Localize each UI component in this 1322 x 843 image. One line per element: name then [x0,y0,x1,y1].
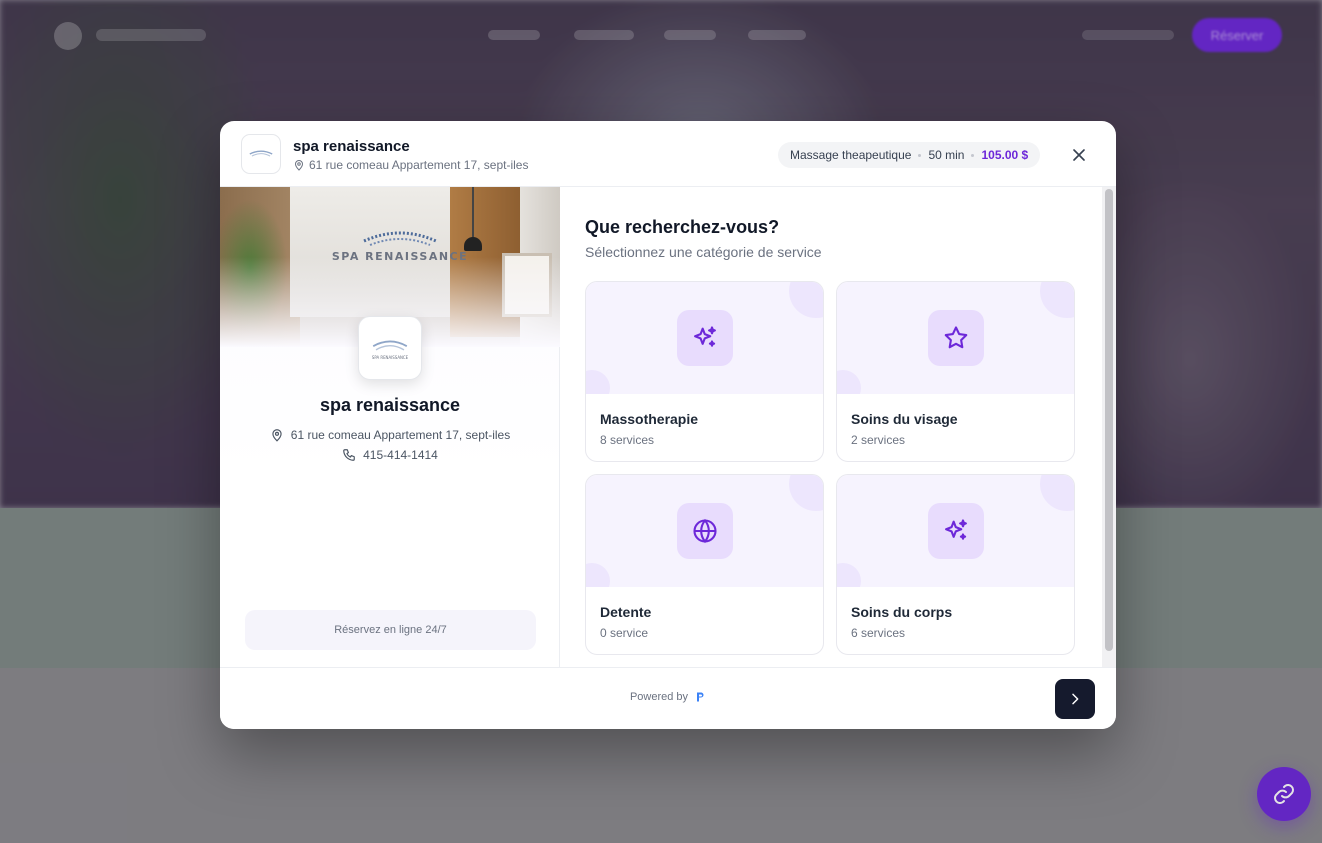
sparkles-icon [694,326,716,347]
category-count: 2 services [851,433,906,447]
category-count: 0 service [600,626,649,640]
next-button[interactable] [1055,679,1095,719]
chevron-right-icon [1072,693,1079,705]
modal-header: spa renaissance 61 rue comeau Appartemen… [220,121,1116,187]
spa-logo-icon [249,150,273,157]
category-name: Soins du visage [851,411,958,427]
map-pin-icon [272,429,282,442]
powered-by-text: Powered by [629,691,689,703]
header-address: 61 rue comeau Appartement 17, sept-iles [293,158,528,172]
powered-by: Powered by [220,691,1116,703]
profile-phone-text: 415-414-1414 [363,448,438,462]
category-card-soins-du-corps[interactable]: Soins du corps 6 services [836,474,1075,655]
profile-business-name: spa renaissance [319,395,461,415]
provider-logo-icon [697,692,704,702]
category-panel[interactable]: Que recherchez-vous? Sélectionnez une ca… [561,187,1100,667]
selected-service-price: 105.00 $ [981,148,1029,162]
modal-footer: Powered by [220,667,1116,729]
profile-address-text: 61 rue comeau Appartement 17, sept-iles [290,428,511,442]
category-name: Massotherapie [600,411,699,427]
category-name: Detente [600,604,652,620]
header-business-logo [241,134,281,174]
booking-modal: spa renaissance 61 rue comeau Appartemen… [220,121,1116,729]
close-button[interactable] [1066,142,1092,168]
selected-service-name: Massage theapeutique [790,148,912,162]
sparkles-icon [945,519,967,540]
category-card-massotherapie[interactable]: Massotherapie 8 services [585,281,824,462]
category-title: Que recherchez-vous? [585,217,780,237]
category-count: 6 services [851,626,906,640]
online-booking-badge: Réservez en ligne 24/7 [245,610,536,650]
close-icon [1073,149,1085,161]
category-scrollbar[interactable] [1102,187,1116,667]
scrollbar-thumb[interactable] [1105,189,1113,651]
map-pin-icon [294,160,304,171]
spa-logo-icon: SPA RENAISSANCE [372,340,409,360]
category-card-detente[interactable]: Detente 0 service [585,474,824,655]
globe-icon [693,518,717,544]
header-business-name: spa renaissance [293,138,410,155]
selected-service-duration: 50 min [928,148,965,162]
header-address-text: 61 rue comeau Appartement 17, sept-iles [309,158,529,172]
business-profile-panel: SPA RENAISSANCE SPA RENAISSANCE spa rena… [220,187,560,667]
star-icon [944,326,968,349]
logo-text: SPA RENAISSANCE [372,355,409,360]
selected-service-pill: Massage theapeutique 50 min 105.00 $ [778,142,1041,168]
category-name: Soins du corps [851,604,953,620]
category-subtitle: Sélectionnez une catégorie de service [585,244,822,260]
profile-address: 61 rue comeau Appartement 17, sept-iles [220,428,560,442]
phone-icon [343,449,355,461]
category-card-soins-du-visage[interactable]: Soins du visage 2 services [836,281,1075,462]
category-count: 8 services [600,433,655,447]
sign-logo-icon [363,231,437,246]
profile-business-logo: SPA RENAISSANCE [358,316,422,380]
profile-phone: 415-414-1414 [220,448,560,462]
